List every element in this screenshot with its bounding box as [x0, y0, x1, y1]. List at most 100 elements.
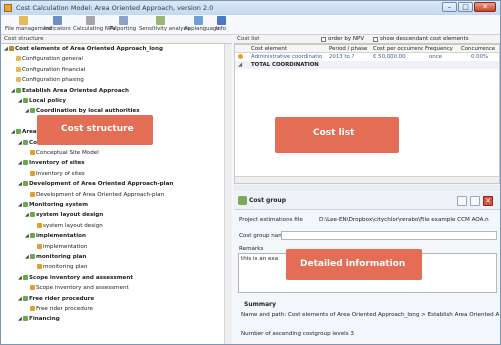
tree-item-label: Configuration financial [22, 66, 86, 73]
tree-item-label: Conceptual Site Model [36, 150, 99, 156]
tree-item-label: Monitoring system [29, 202, 89, 208]
cost-list-horizontal-scrollbar[interactable] [235, 176, 499, 183]
window-controls: – □ ✕ [442, 2, 496, 13]
report-icon [118, 16, 128, 25]
minimize-button[interactable]: – [442, 2, 457, 12]
tree-item[interactable]: ◢ Monitoring system [18, 202, 88, 209]
app-icon [4, 4, 12, 12]
node-icon [23, 274, 28, 280]
info-icon [216, 16, 226, 25]
tree-item[interactable]: Development of Area Oriented Approach-pl… [25, 191, 164, 199]
cost-group-name-input[interactable] [281, 231, 497, 240]
node-icon [23, 181, 28, 187]
tree-vertical-scrollbar[interactable] [224, 44, 232, 344]
close-button[interactable]: ✕ [474, 2, 496, 12]
tree-item[interactable]: Scope inventory and assessment [25, 285, 129, 292]
tree-item[interactable]: ◢ monitoring plan [25, 254, 86, 261]
toolbar-calculating-npv[interactable]: Calculating NPV [73, 16, 116, 34]
checkbox-box[interactable] [373, 36, 378, 42]
table-cell: € 50,000.00 [373, 54, 406, 60]
tree-item-label: Configuration general [22, 56, 83, 63]
toolbar-file-management[interactable]: File management [5, 16, 52, 34]
checkbox-box[interactable] [321, 36, 326, 42]
tree-item[interactable]: ◢ Free rider procedure [18, 295, 94, 303]
tree-item[interactable]: ◢ system layout design [25, 212, 103, 219]
toolbar-sensitivity-analysis[interactable]: Sensitivity analysis [139, 16, 191, 34]
tree-item[interactable]: Configuration general [11, 56, 83, 63]
sensitivity-icon [155, 16, 165, 25]
column-header[interactable]: Cost element [251, 45, 301, 53]
tree-item[interactable]: ◢ Development of Area Oriented Approach-p… [18, 181, 173, 188]
tree-item[interactable]: ◢ implementation [25, 233, 86, 240]
tree-item[interactable]: ◢ Cost elements of Area Oriented Approach… [4, 46, 163, 53]
detailed-information-callout: Detailed information [286, 249, 422, 280]
expand-icon[interactable]: ◢ [238, 61, 248, 69]
tree-item-label: monitoring plan [36, 254, 87, 260]
euro-icon [30, 306, 35, 311]
tree-item[interactable]: ◢ Establish Area Oriented Approach [11, 87, 129, 95]
tree-item[interactable]: implementation [32, 243, 87, 251]
toolbar-reporting[interactable]: Reporting [110, 16, 136, 34]
tree-item[interactable]: Configuration financial [11, 66, 86, 74]
maximize-button[interactable]: □ [458, 2, 473, 12]
indicators-icon [52, 16, 62, 25]
tree-item[interactable]: monitoring plan [32, 264, 87, 271]
table-row[interactable]: Administrative coordinatio 2013 to ? € 5… [235, 53, 499, 61]
table-cell: 2013 to ? [329, 54, 355, 60]
column-header[interactable]: Concurrence [461, 45, 499, 53]
tree-item-label: system layout design [36, 212, 104, 219]
field-label: Cost group name [239, 233, 288, 239]
cost-list-grid: Cost element Period / phase Cost per occ… [234, 44, 500, 184]
tree-item[interactable]: ◢ Financing [18, 316, 60, 323]
tree-item-label: Configuration phasing [22, 77, 84, 84]
splitter[interactable] [234, 185, 500, 191]
euro-icon [30, 191, 35, 197]
tree-item[interactable]: ◢ Inventory of sites [18, 160, 85, 167]
folder-icon [16, 66, 21, 72]
tree-item[interactable]: system layout design [32, 222, 103, 230]
toolbar-applanguage[interactable]: Applanguage [184, 16, 220, 34]
remarks-text: this is an exa [241, 256, 279, 262]
tree-item[interactable]: Configuration phasing [11, 77, 84, 84]
toolbar-info[interactable]: Info [214, 16, 228, 34]
cost-list-column-headers: Cost element Period / phase Cost per occ… [235, 45, 499, 53]
tree-item-label: Local policy [29, 98, 67, 104]
total-label: TOTAL COORDINATION [251, 62, 319, 68]
save-icon[interactable] [457, 196, 467, 206]
tree-item[interactable]: ◢ Scope inventory and assessment [18, 274, 133, 282]
table-cell: once [429, 54, 442, 60]
column-header[interactable]: Frequency [425, 45, 458, 53]
column-header[interactable]: Cost per occurrence [373, 45, 423, 53]
tree-item[interactable]: ◢ Local policy [18, 98, 66, 105]
toolbar-indicators[interactable]: Indicators [44, 16, 71, 34]
tree-item[interactable]: Free rider procedure [25, 306, 93, 313]
delete-button[interactable]: ✕ [483, 196, 493, 206]
node-icon [30, 108, 35, 114]
tree-item[interactable]: Conceptual Site Model [25, 150, 99, 157]
field-label: Project estimations file [239, 217, 303, 223]
node-icon [16, 129, 21, 135]
cost-structure-callout: Cost structure [37, 115, 153, 145]
tree-item-label: Development of Area Oriented Approach-pl… [29, 181, 174, 188]
total-row[interactable]: ◢ TOTAL COORDINATION [235, 61, 499, 69]
show-descendants-checkbox[interactable]: show descendant cost elements [373, 36, 469, 42]
node-icon [23, 202, 28, 207]
tree-item-label: Financing [29, 316, 60, 323]
node-icon [30, 233, 35, 239]
euro-icon [30, 170, 35, 176]
table-cell: Administrative coordinatio [251, 54, 323, 60]
field-label: Remarks [239, 246, 264, 252]
tree-item-label: Inventory of sites [36, 170, 85, 177]
column-header[interactable]: Period / phase [329, 45, 371, 53]
main-toolbar: File management Indicators Calculating N… [1, 15, 500, 35]
edit-icon[interactable] [470, 196, 480, 206]
window-title: Cost Calculation Model: Area Oriented Ap… [16, 4, 214, 12]
euro-icon [30, 285, 35, 291]
order-by-npv-checkbox[interactable]: order by NPV [321, 36, 364, 42]
tree-item-label: Cost elements of Area Oriented Approach_… [15, 46, 163, 52]
folder-icon [18, 16, 28, 25]
table-cell: 0.00% [471, 54, 489, 60]
node-icon [23, 295, 28, 301]
tree-item[interactable]: Inventory of sites [25, 170, 85, 178]
node-icon [23, 316, 28, 322]
